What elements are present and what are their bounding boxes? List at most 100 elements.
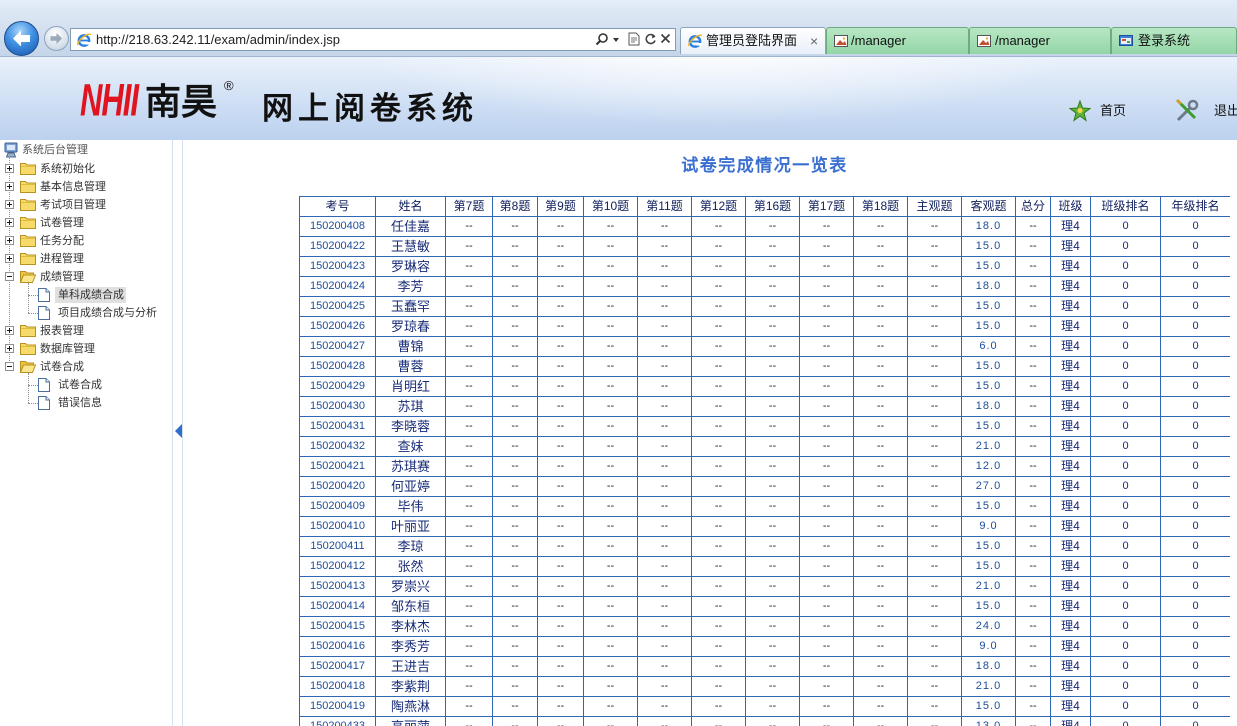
cell-student-name: 邹东桓	[375, 596, 446, 617]
cell-q8: --	[492, 696, 538, 717]
cell-class: 理4	[1050, 456, 1091, 477]
expand-plus-icon[interactable]	[5, 254, 14, 263]
collapse-minus-icon[interactable]	[5, 362, 14, 371]
cell-q17: --	[799, 576, 854, 597]
refresh-icon[interactable]	[644, 32, 657, 47]
page-title: 试卷完成情况一览表	[681, 156, 848, 175]
address-bar[interactable]: http://218.63.242.11/exam/admin/index.js…	[70, 28, 676, 51]
cell-q10: --	[583, 496, 638, 517]
cell-q16: --	[745, 716, 800, 726]
cell-exam-id: 150200418	[299, 676, 376, 697]
cell-grade-rank: 0	[1160, 276, 1230, 297]
cell-q16: --	[745, 676, 800, 697]
cell-q16: --	[745, 216, 800, 237]
cell-class: 理4	[1050, 216, 1091, 237]
tree-item-task-assignment[interactable]: 任务分配	[0, 232, 172, 250]
cell-q12: --	[691, 496, 746, 517]
tree-item-reports[interactable]: 报表管理	[0, 322, 172, 340]
cell-q11: --	[637, 716, 692, 726]
cell-q11: --	[637, 476, 692, 497]
cell-q18: --	[853, 456, 908, 477]
cell-total: --	[1015, 576, 1051, 597]
tab-manager-1[interactable]: /manager	[826, 27, 969, 54]
cell-q10: --	[583, 656, 638, 677]
cell-total: --	[1015, 516, 1051, 537]
tab-login-system[interactable]: 登录系统	[1111, 27, 1237, 54]
tree-item-paper-compose[interactable]: 试卷合成	[0, 358, 172, 376]
image-icon	[976, 33, 992, 49]
tree-item-exam-project[interactable]: 考试项目管理	[0, 196, 172, 214]
cell-class-rank: 0	[1090, 616, 1161, 637]
cell-exam-id: 150200425	[299, 296, 376, 317]
tools-icon[interactable]	[1174, 98, 1200, 129]
cell-class-rank: 0	[1090, 516, 1161, 537]
cell-q12: --	[691, 416, 746, 437]
logout-link[interactable]: 退出	[1214, 104, 1237, 118]
cell-q11: --	[637, 656, 692, 677]
table-row: 150200430 苏琪 -- -- -- -- -- -- -- -- -- -- 18.0 -- 理4 0…	[299, 396, 1230, 417]
tab-admin-login[interactable]: 管理员登陆界面 ×	[680, 27, 826, 54]
cell-q18: --	[853, 436, 908, 457]
compatibility-view-icon[interactable]	[628, 32, 640, 47]
cell-grade-rank: 0	[1160, 416, 1230, 437]
forward-button[interactable]	[44, 26, 69, 51]
expand-plus-icon[interactable]	[5, 344, 14, 353]
back-button[interactable]	[4, 21, 39, 56]
tree-item-database[interactable]: 数据库管理	[0, 340, 172, 358]
dropdown-icon[interactable]	[612, 32, 620, 47]
folder-icon	[20, 324, 36, 337]
cell-q11: --	[637, 296, 692, 317]
cell-student-name: 李芳	[375, 276, 446, 297]
sidebar-splitter[interactable]	[172, 140, 183, 726]
cell-q10: --	[583, 596, 638, 617]
cell-grade-rank: 0	[1160, 676, 1230, 697]
cell-q7: --	[445, 316, 493, 337]
expand-plus-icon[interactable]	[5, 182, 14, 191]
stop-icon[interactable]	[660, 32, 671, 47]
cell-q18: --	[853, 296, 908, 317]
cell-total: --	[1015, 356, 1051, 377]
tree-root[interactable]: 系统后台管理	[0, 141, 172, 159]
tree-item-error-info[interactable]: 错误信息	[0, 394, 172, 412]
tree-item-paper-management[interactable]: 试卷管理	[0, 214, 172, 232]
home-icon[interactable]	[1068, 99, 1092, 128]
cell-objective: 9.0	[961, 516, 1016, 537]
close-icon[interactable]: ×	[810, 28, 818, 54]
collapse-minus-icon[interactable]	[5, 272, 14, 281]
tree-item-process[interactable]: 进程管理	[0, 250, 172, 268]
tree-item-label: 基本信息管理	[40, 181, 106, 193]
expand-plus-icon[interactable]	[5, 164, 14, 173]
cell-total: --	[1015, 376, 1051, 397]
cell-objective: 24.0	[961, 616, 1016, 637]
cell-q8: --	[492, 596, 538, 617]
tree-item-label: 成绩管理	[40, 271, 84, 283]
cell-subjective: --	[907, 396, 962, 417]
tree-item-paper-compose-page[interactable]: 试卷合成	[0, 376, 172, 394]
tree-item-system-init[interactable]: 系统初始化	[0, 160, 172, 178]
search-icon[interactable]	[595, 32, 609, 47]
cell-q8: --	[492, 316, 538, 337]
cell-grade-rank: 0	[1160, 476, 1230, 497]
url-text[interactable]: http://218.63.242.11/exam/admin/index.js…	[96, 29, 340, 50]
cell-total: --	[1015, 636, 1051, 657]
cell-class: 理4	[1050, 396, 1091, 417]
cell-q9: --	[537, 416, 584, 437]
home-link[interactable]: 首页	[1100, 104, 1130, 118]
tree-item-label: 数据库管理	[40, 343, 95, 355]
tree-item-scores[interactable]: 成绩管理	[0, 268, 172, 286]
tree-item-single-subject-score[interactable]: 单科成绩合成	[0, 286, 172, 304]
expand-plus-icon[interactable]	[5, 326, 14, 335]
tab-label: 登录系统	[1138, 33, 1191, 48]
expand-plus-icon[interactable]	[5, 200, 14, 209]
tree-item-project-score-analysis[interactable]: 项目成绩合成与分析	[0, 304, 172, 322]
expand-plus-icon[interactable]	[5, 218, 14, 227]
tree-item-basic-info[interactable]: 基本信息管理	[0, 178, 172, 196]
expand-plus-icon[interactable]	[5, 236, 14, 245]
cell-q7: --	[445, 256, 493, 277]
cell-q17: --	[799, 376, 854, 397]
tab-manager-2[interactable]: /manager	[969, 27, 1111, 54]
tree-item-label: 系统初始化	[40, 163, 95, 175]
cell-subjective: --	[907, 716, 962, 726]
cell-q11: --	[637, 536, 692, 557]
collapse-arrow-icon[interactable]	[175, 424, 182, 438]
